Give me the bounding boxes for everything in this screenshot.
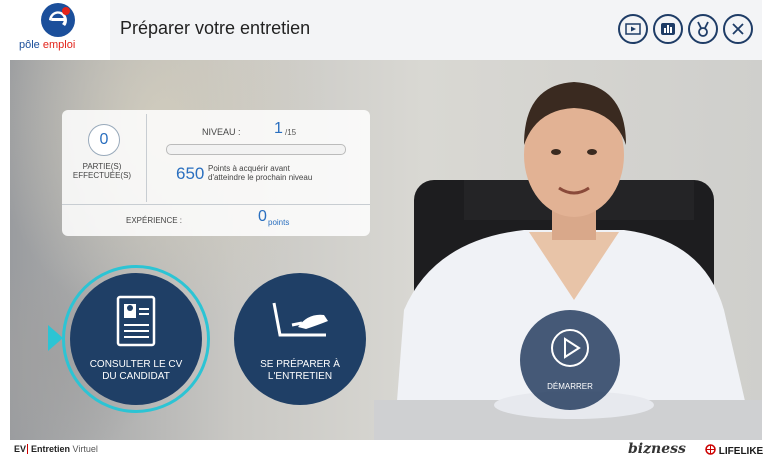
consult-cv-button[interactable]: CONSULTER LE CV DU CANDIDAT (70, 273, 202, 405)
video-button[interactable] (618, 14, 648, 44)
level-value: 1 (274, 120, 283, 137)
logo-text: pôle emploi (19, 39, 76, 51)
experience-label: EXPÉRIENCE : (126, 216, 183, 225)
lifelike-logo: LIFELIKE (705, 444, 763, 457)
points-to-next-level: 650 (176, 164, 205, 183)
app-header: pôle emploi Préparer votre entretien (10, 0, 762, 60)
parties-count: 0 (88, 124, 120, 156)
interview-scene: 0 PARTIE(S) EFFECTUÉE(S) NIVEAU : 1 /15 … (10, 60, 762, 440)
divider (146, 114, 147, 202)
entretien-virtuel-logo: EV Entretien Virtuel (14, 444, 98, 454)
pole-emploi-e-icon (41, 3, 75, 37)
level-label: NIVEAU : (202, 127, 241, 137)
start-label: DÉMARRER (547, 382, 593, 391)
laptop-hand-icon (272, 302, 328, 337)
stats-button[interactable] (653, 14, 683, 44)
footer: EV Entretien Virtuel bizness LIFELIKE (0, 440, 768, 459)
close-button[interactable] (723, 14, 753, 44)
experience-unit: points (268, 218, 290, 227)
pole-emploi-logo: pôle emploi (10, 0, 110, 60)
level-progress-bar (166, 144, 346, 155)
video-icon (625, 23, 641, 35)
selection-arrow-icon (48, 325, 63, 351)
cv-document-icon (116, 295, 156, 347)
prepare-interview-button[interactable]: SE PRÉPARER À L'ENTRETIEN (234, 273, 366, 405)
start-button[interactable]: DÉMARRER (520, 310, 620, 410)
medal-icon (697, 21, 709, 37)
divider (62, 204, 370, 205)
medal-button[interactable] (688, 14, 718, 44)
consult-cv-label: CONSULTER LE CV DU CANDIDAT (89, 359, 183, 382)
stats-panel: 0 PARTIE(S) EFFECTUÉE(S) NIVEAU : 1 /15 … (62, 110, 370, 236)
play-icon (551, 329, 589, 367)
experience-value: 0 (258, 208, 267, 225)
page-title: Préparer votre entretien (120, 18, 311, 38)
lifelike-globe-icon (705, 444, 716, 455)
parties-label: PARTIE(S) EFFECTUÉE(S) (72, 162, 132, 180)
prepare-interview-label: SE PRÉPARER À L'ENTRETIEN (260, 359, 340, 382)
stats-icon (661, 23, 675, 35)
level-total: /15 (285, 128, 297, 137)
close-icon (732, 23, 744, 35)
points-description: Points à acquérir avant d'atteindre le p… (208, 164, 313, 182)
bizness-logo: bizness (628, 441, 686, 457)
